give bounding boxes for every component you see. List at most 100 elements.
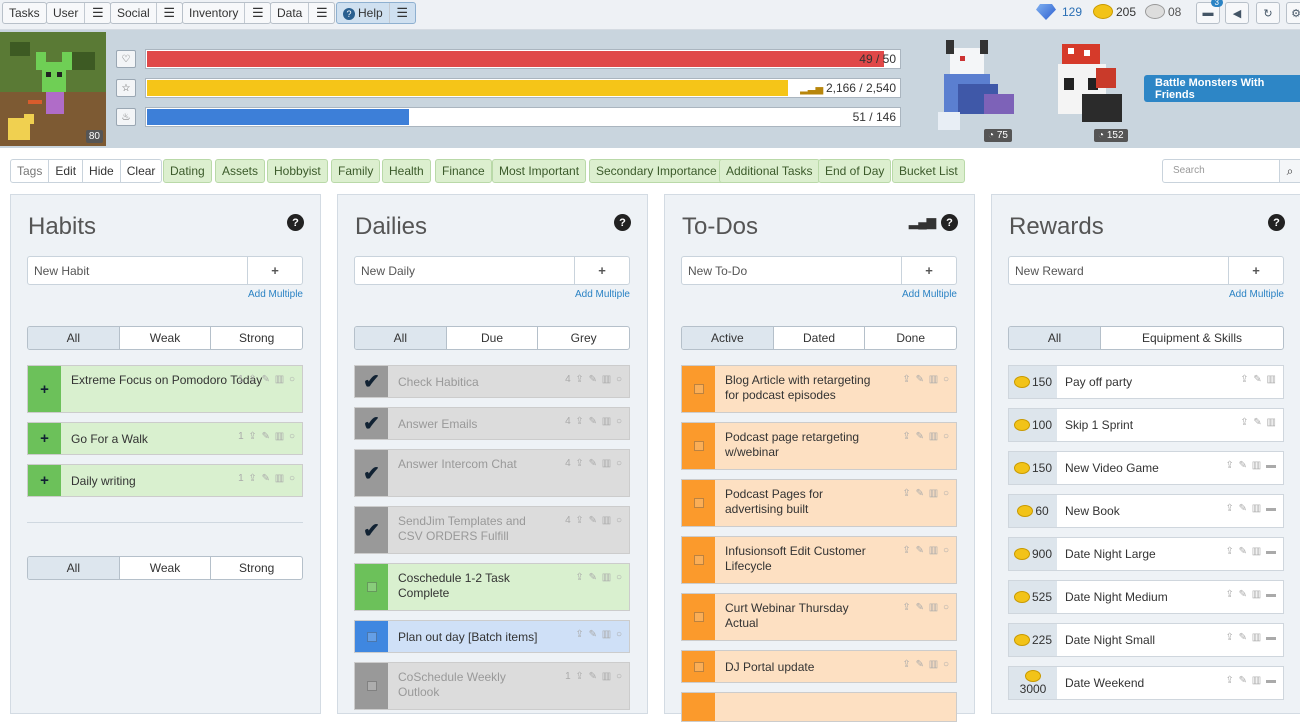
search-input[interactable]: Search [1162, 159, 1280, 183]
tag-secondary-importance[interactable]: Secondary Importance [589, 159, 724, 183]
reward-price[interactable]: 60 [1009, 495, 1057, 527]
sync-button[interactable]: ↻ [1256, 2, 1280, 24]
reward-item[interactable]: 900 Date Night Large ⇪ ✎ ▥ ▬ [1008, 537, 1284, 571]
tags-button[interactable]: Tags [10, 159, 50, 183]
reward-price[interactable]: 525 [1009, 581, 1057, 613]
daily-item[interactable]: ✔ Check Habitica 4 ⇪ ✎ ▥ ○ [354, 365, 630, 398]
daily-item[interactable]: ✔ Answer Intercom Chat 4 ⇪ ✎ ▥ ○ [354, 449, 630, 497]
todo-item[interactable]: DJ Portal update ⇪ ✎ ▥ ○ [681, 650, 957, 683]
tab-equipment-skills[interactable]: Equipment & Skills [1100, 327, 1283, 349]
plus-icon[interactable]: + [28, 366, 61, 412]
add-todo-button[interactable]: + [901, 256, 957, 285]
daily-item[interactable]: ✔ SendJim Templates and CSV ORDERS Fulfi… [354, 506, 630, 554]
tasks-menu[interactable]: Tasks [2, 2, 47, 24]
checkbox[interactable] [355, 621, 388, 652]
help-icon[interactable]: ? [941, 214, 958, 231]
tab-all[interactable]: All [28, 557, 119, 579]
new-reward-input[interactable]: New Reward [1008, 256, 1229, 285]
habit-item[interactable]: + Extreme Focus on Pomodoro Today 1 ⇪ ✎ … [27, 365, 303, 413]
edit-tags-button[interactable]: Edit [49, 159, 84, 183]
tab-strong[interactable]: Strong [210, 557, 302, 579]
add-multiple-link[interactable]: Add Multiple [575, 289, 630, 300]
checkmark-icon[interactable]: ✔ [355, 366, 388, 397]
reward-item[interactable]: 150 New Video Game ⇪ ✎ ▥ ▬ [1008, 451, 1284, 485]
tab-due[interactable]: Due [445, 327, 538, 349]
add-daily-button[interactable]: + [574, 256, 630, 285]
daily-item[interactable]: Coschedule 1-2 Task Complete ⇪ ✎ ▥ ○ [354, 563, 630, 611]
plus-icon[interactable]: + [28, 465, 61, 496]
help-icon[interactable]: ? [614, 214, 631, 231]
tab-all[interactable]: All [28, 327, 119, 349]
add-multiple-link[interactable]: Add Multiple [248, 289, 303, 300]
todo-item[interactable]: Podcast page retargeting w/webinar ⇪ ✎ ▥… [681, 422, 957, 470]
tab-all[interactable]: All [1009, 327, 1100, 349]
add-reward-button[interactable]: + [1228, 256, 1284, 285]
habit-item[interactable]: + Go For a Walk 1 ⇪ ✎ ▥ ○ [27, 422, 303, 455]
new-habit-input[interactable]: New Habit [27, 256, 248, 285]
checkbox[interactable] [355, 663, 388, 709]
new-todo-input[interactable]: New To-Do [681, 256, 902, 285]
new-daily-input[interactable]: New Daily [354, 256, 575, 285]
tab-weak[interactable]: Weak [118, 557, 211, 579]
hide-tags-button[interactable]: Hide [83, 159, 121, 183]
tab-all[interactable]: All [355, 327, 446, 349]
tag-health[interactable]: Health [382, 159, 431, 183]
tag-end-of-day[interactable]: End of Day [818, 159, 892, 183]
tab-dated[interactable]: Dated [772, 327, 865, 349]
user-menu[interactable]: User ☰ [46, 2, 112, 24]
checkmark-icon[interactable]: ✔ [355, 507, 388, 553]
todo-item[interactable] [681, 692, 957, 722]
sound-button[interactable]: ◀ [1225, 2, 1249, 24]
reward-item[interactable]: 525 Date Night Medium ⇪ ✎ ▥ ▬ [1008, 580, 1284, 614]
reward-item[interactable]: 60 New Book ⇪ ✎ ▥ ▬ [1008, 494, 1284, 528]
checkbox[interactable] [682, 423, 715, 469]
tab-active[interactable]: Active [682, 327, 773, 349]
habit-item[interactable]: + Daily writing 1 ⇪ ✎ ▥ ○ [27, 464, 303, 497]
reward-item[interactable]: 225 Date Night Small ⇪ ✎ ▥ ▬ [1008, 623, 1284, 657]
messages-button[interactable]: ▬ 3 [1196, 0, 1223, 24]
checkmark-icon[interactable]: ✔ [355, 450, 388, 496]
tag-family[interactable]: Family [331, 159, 381, 183]
tag-finance[interactable]: Finance [435, 159, 492, 183]
search-button[interactable]: ⌕ [1279, 159, 1300, 183]
add-multiple-link[interactable]: Add Multiple [1229, 289, 1284, 300]
reward-price[interactable]: 900 [1009, 538, 1057, 570]
settings-button[interactable]: ⚙ [1286, 2, 1300, 24]
daily-item[interactable]: Plan out day [Batch items] ⇪ ✎ ▥ ○ [354, 620, 630, 653]
tag-most-important[interactable]: Most Important [492, 159, 587, 183]
checkbox[interactable] [682, 480, 715, 526]
reward-price[interactable]: 3000 [1009, 667, 1057, 699]
tab-strong[interactable]: Strong [210, 327, 302, 349]
tag-additional-tasks[interactable]: Additional Tasks [719, 159, 820, 183]
todo-item[interactable]: Podcast Pages for advertising built ⇪ ✎ … [681, 479, 957, 527]
data-menu[interactable]: Data ☰ [270, 2, 336, 24]
pet-1[interactable]: ◔ 75 [928, 34, 1024, 144]
pet-2[interactable]: ◔ 152 [1052, 34, 1148, 144]
todo-item[interactable]: Infusionsoft Edit Customer Lifecycle ⇪ ✎… [681, 536, 957, 584]
battle-monsters-button[interactable]: Battle Monsters With Friends [1144, 75, 1300, 102]
reward-price[interactable]: 225 [1009, 624, 1057, 656]
tab-done[interactable]: Done [864, 327, 956, 349]
todo-item[interactable]: Curt Webinar Thursday Actual ⇪ ✎ ▥ ○ [681, 593, 957, 641]
checkbox[interactable] [682, 594, 715, 640]
help-menu[interactable]: ? Help ☰ [336, 2, 416, 24]
reward-item[interactable]: 3000 Date Weekend ⇪ ✎ ▥ ▬ [1008, 666, 1284, 700]
daily-item[interactable]: ✔ Answer Emails 4 ⇪ ✎ ▥ ○ [354, 407, 630, 440]
tag-hobbyist[interactable]: Hobbyist [267, 159, 328, 183]
tab-grey[interactable]: Grey [537, 327, 629, 349]
tag-assets[interactable]: Assets [215, 159, 266, 183]
social-menu[interactable]: Social ☰ [110, 2, 183, 24]
checkbox[interactable] [682, 651, 715, 682]
plus-icon[interactable]: + [28, 423, 61, 454]
reward-item[interactable]: 100 Skip 1 Sprint ⇪ ✎ ▥ [1008, 408, 1284, 442]
todo-item[interactable]: Blog Article with retargeting for podcas… [681, 365, 957, 413]
reward-price[interactable]: 100 [1009, 409, 1057, 441]
reward-item[interactable]: 150 Pay off party ⇪ ✎ ▥ [1008, 365, 1284, 399]
add-multiple-link[interactable]: Add Multiple [902, 289, 957, 300]
tab-weak[interactable]: Weak [118, 327, 211, 349]
add-habit-button[interactable]: + [247, 256, 303, 285]
tag-dating[interactable]: Dating [163, 159, 212, 183]
help-icon[interactable]: ? [287, 214, 304, 231]
checkbox[interactable] [682, 366, 715, 412]
inventory-menu[interactable]: Inventory ☰ [182, 2, 272, 24]
